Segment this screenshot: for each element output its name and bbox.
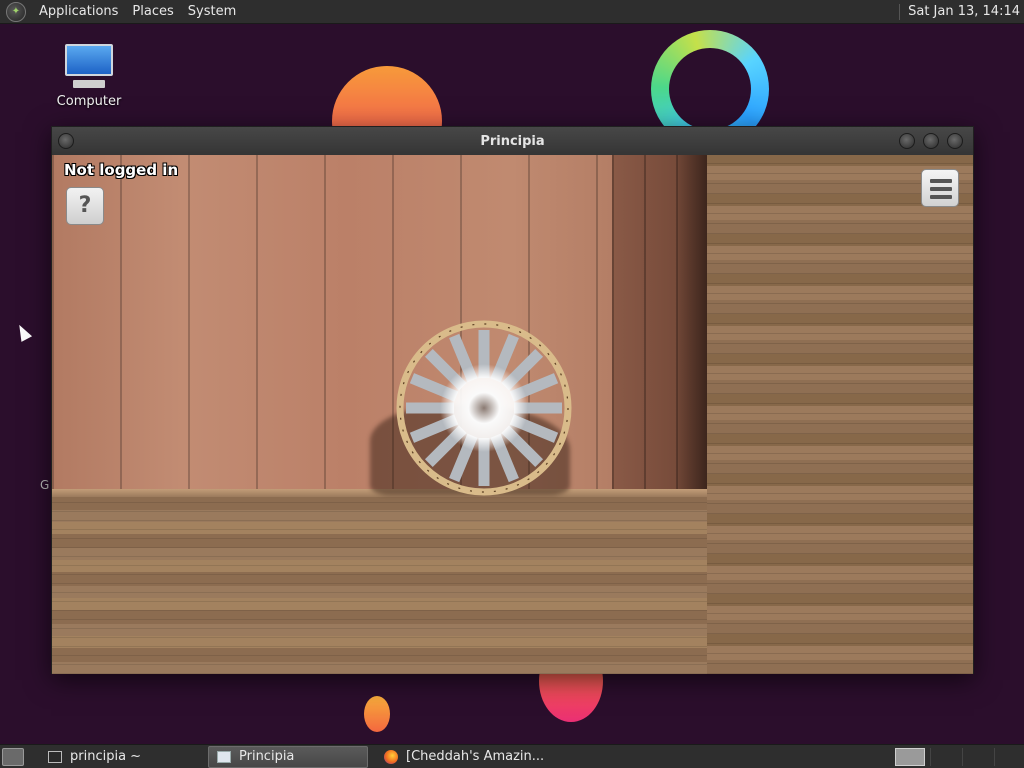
spoked-wheel[interactable]	[386, 317, 582, 499]
mouse-cursor-icon	[13, 322, 33, 342]
task-principia-terminal[interactable]: principia ~	[40, 746, 200, 768]
top-panel: ✦ Applications Places System Sat Jan 13,…	[0, 0, 1024, 24]
desktop-icon-computer[interactable]: Computer	[50, 44, 128, 109]
wall-corner-shadow	[677, 155, 707, 500]
workspace-4[interactable]	[994, 748, 1024, 766]
close-button[interactable]	[947, 133, 963, 149]
floor	[52, 493, 707, 674]
login-status: Not logged in	[64, 161, 179, 179]
show-desktop-icon[interactable]	[2, 747, 24, 766]
clock[interactable]: Sat Jan 13, 14:14	[908, 4, 1020, 19]
window-icon	[217, 750, 231, 763]
desktop-icon-label: Computer	[56, 94, 122, 109]
help-button[interactable]: ?	[66, 187, 104, 225]
hamburger-menu-icon[interactable]	[921, 169, 959, 207]
game-viewport[interactable]: Not logged in ?	[52, 155, 973, 674]
task-label: principia ~	[70, 749, 142, 764]
task-principia-window[interactable]: Principia	[208, 745, 368, 768]
maximize-button[interactable]	[923, 133, 939, 149]
menu-system[interactable]: System	[181, 0, 243, 24]
side-wall	[707, 155, 973, 674]
terminal-icon	[48, 750, 62, 763]
desktop-stray-text: G	[40, 478, 50, 492]
task-label: Principia	[239, 749, 295, 764]
panel-separator	[899, 3, 901, 20]
workspace-2[interactable]	[930, 748, 960, 766]
task-label: [Cheddah's Amazin...	[406, 749, 545, 764]
distro-logo-icon[interactable]: ✦	[6, 1, 26, 22]
computer-icon	[65, 44, 113, 88]
menu-places[interactable]: Places	[125, 0, 180, 24]
menu-applications[interactable]: Applications	[32, 0, 125, 24]
workspace-1[interactable]	[895, 748, 925, 766]
wallpaper-small-blob	[364, 696, 390, 732]
minimize-button[interactable]	[899, 133, 915, 149]
workspace-3[interactable]	[962, 748, 992, 766]
task-firefox[interactable]: [Cheddah's Amazin...	[376, 746, 546, 768]
window-title: Principia	[480, 133, 545, 149]
firefox-icon	[384, 749, 398, 764]
window-titlebar[interactable]: Principia	[52, 127, 973, 155]
principia-window: Principia Not logged in ?	[51, 126, 974, 674]
bottom-taskbar: principia ~ Principia [Cheddah's Amazin.…	[0, 744, 1024, 768]
